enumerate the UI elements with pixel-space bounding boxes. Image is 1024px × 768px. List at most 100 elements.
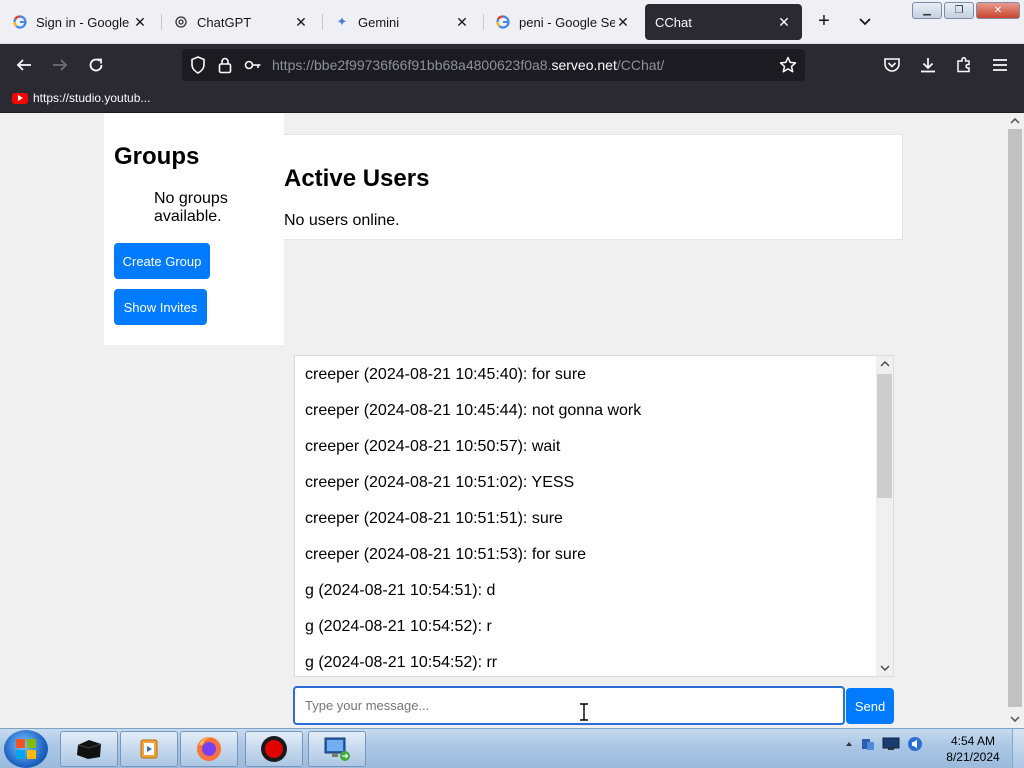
forward-button[interactable] — [48, 53, 72, 77]
media-player-icon — [140, 739, 158, 759]
url-text[interactable]: https://bbe2f99736f66f91bb68a4800623f0a8… — [272, 57, 664, 73]
taskbar-app-recorder[interactable] — [245, 731, 303, 767]
chat-message: creeper (2024-08-21 10:51:53): for sure — [305, 546, 587, 563]
restore-button[interactable]: ❐ — [944, 2, 974, 19]
scroll-down-icon[interactable] — [876, 660, 893, 676]
groups-title: Groups — [114, 143, 200, 170]
url-bar[interactable]: https://bbe2f99736f66f91bb68a4800623f0a8… — [182, 49, 805, 81]
bookmark-star-icon[interactable] — [779, 56, 797, 79]
close-icon[interactable]: ✕ — [132, 14, 148, 30]
firefox-icon — [197, 737, 221, 761]
show-hidden-icons-icon[interactable] — [844, 739, 854, 749]
taskbar-app-firefox[interactable] — [180, 731, 238, 767]
bookmark-label: https://studio.youtub... — [33, 91, 151, 105]
forward-arrow-icon — [53, 59, 68, 71]
bookmark-youtube-studio[interactable]: https://studio.youtub... — [12, 91, 150, 105]
active-users-title: Active Users — [284, 165, 430, 192]
system-tray — [844, 735, 924, 753]
window-controls: ▁ ❐ ✕ — [912, 2, 1020, 19]
chat-message: creeper (2024-08-21 10:45:44): not gonna… — [305, 402, 642, 419]
chat-message: g (2024-08-21 10:54:51): d — [305, 582, 496, 599]
gemini-icon: ✦ — [336, 14, 348, 29]
tab-google-search[interactable]: peni - Google Searc ✕ — [485, 4, 641, 40]
chat-scrollbar[interactable] — [876, 356, 893, 676]
url-path: /CChat/ — [616, 57, 665, 73]
active-users-panel: Active Users No users online. — [284, 134, 903, 240]
remote-desktop-icon — [324, 737, 350, 761]
create-group-button[interactable]: Create Group — [114, 243, 210, 279]
scroll-up-icon[interactable] — [876, 356, 893, 372]
page-scroll-thumb[interactable] — [1008, 129, 1022, 707]
chat-message: creeper (2024-08-21 10:51:51): sure — [305, 510, 563, 527]
pocket-icon — [884, 58, 900, 72]
clock-time: 4:54 AM — [950, 734, 996, 748]
display-icon[interactable] — [882, 736, 900, 752]
reload-button[interactable] — [84, 53, 108, 77]
clock-date: 8/21/2024 — [946, 750, 1000, 764]
network-share-icon[interactable] — [860, 736, 876, 752]
chat-message: creeper (2024-08-21 10:45:40): for sure — [305, 366, 587, 383]
page-scrollbar[interactable] — [1006, 113, 1024, 728]
tab-strip: Sign in - Google Ac ✕ ChatGPT ✕ ✦ Gemini… — [0, 0, 1024, 44]
close-icon[interactable]: ✕ — [454, 14, 470, 30]
start-button[interactable] — [4, 730, 48, 768]
list-all-tabs-button[interactable] — [853, 10, 877, 34]
chat-message: creeper (2024-08-21 10:51:02): YESS — [305, 474, 575, 491]
chat-message: g (2024-08-21 10:54:52): r — [305, 618, 492, 635]
scroll-up-icon[interactable] — [1006, 113, 1024, 129]
shield-icon[interactable] — [190, 56, 206, 79]
taskbar-app-terminal[interactable] — [60, 731, 118, 767]
minimize-button[interactable]: ▁ — [912, 2, 942, 19]
menu-button[interactable] — [988, 53, 1012, 77]
chat-messages[interactable]: creeper (2024-08-21 10:45:40): for sure … — [294, 355, 894, 677]
tab-cchat[interactable]: CChat ✕ — [645, 4, 802, 40]
tab-title: CChat — [655, 14, 692, 30]
close-icon[interactable]: ✕ — [293, 14, 309, 30]
chat-scroll-thumb[interactable] — [877, 374, 892, 498]
groups-sidebar: Groups No groups available. Create Group… — [104, 113, 284, 345]
volume-icon[interactable] — [906, 735, 924, 753]
chatgpt-icon — [173, 14, 189, 30]
tab-title: Gemini — [358, 14, 400, 30]
new-tab-button[interactable]: + — [812, 10, 836, 34]
no-users-text: No users online. — [284, 212, 400, 229]
pocket-button[interactable] — [880, 53, 904, 77]
google-icon — [495, 14, 511, 30]
record-icon — [261, 736, 287, 762]
send-button[interactable]: Send — [846, 688, 894, 724]
message-input[interactable] — [293, 686, 845, 725]
taskbar-app-remote-desktop[interactable] — [308, 731, 366, 767]
close-window-button[interactable]: ✕ — [976, 2, 1020, 19]
system-clock[interactable]: 4:54 AM 8/21/2024 — [938, 733, 1008, 765]
back-button[interactable] — [12, 53, 36, 77]
close-icon[interactable]: ✕ — [615, 14, 631, 30]
lock-icon[interactable] — [218, 56, 232, 79]
extensions-button[interactable] — [952, 53, 976, 77]
url-prefix: https://bbe2f99736f66f91bb68a4800623f0a8… — [272, 57, 552, 73]
text-cursor-icon — [580, 703, 588, 721]
tab-gemini[interactable]: ✦ Gemini ✕ — [324, 4, 480, 40]
downloads-button[interactable] — [916, 53, 940, 77]
google-icon — [12, 14, 28, 30]
tab-title: Sign in - Google Ac — [36, 14, 132, 30]
tab-google-signin[interactable]: Sign in - Google Ac ✕ — [2, 4, 158, 40]
close-icon[interactable]: ✕ — [776, 14, 792, 30]
show-invites-button[interactable]: Show Invites — [114, 289, 207, 325]
scroll-down-icon[interactable] — [1006, 711, 1024, 727]
taskbar-app-media-player[interactable] — [120, 731, 178, 767]
tab-title: ChatGPT — [197, 14, 252, 30]
show-desktop-button[interactable] — [1012, 729, 1024, 768]
page-content: Groups No groups available. Create Group… — [0, 113, 1006, 728]
tab-title: peni - Google Searc — [519, 14, 615, 30]
reload-icon — [89, 58, 103, 72]
tab-chatgpt[interactable]: ChatGPT ✕ — [163, 4, 319, 40]
bookmarks-toolbar: https://studio.youtub... — [0, 86, 1024, 113]
taskbar: 4:54 AM 8/21/2024 — [0, 728, 1024, 768]
back-arrow-icon — [16, 59, 31, 71]
chevron-down-icon — [859, 18, 871, 26]
no-groups-text: No groups available. — [154, 190, 228, 225]
download-icon — [921, 58, 935, 73]
url-domain: serveo.net — [551, 57, 617, 73]
puzzle-icon — [957, 56, 970, 73]
key-icon[interactable] — [244, 58, 262, 77]
